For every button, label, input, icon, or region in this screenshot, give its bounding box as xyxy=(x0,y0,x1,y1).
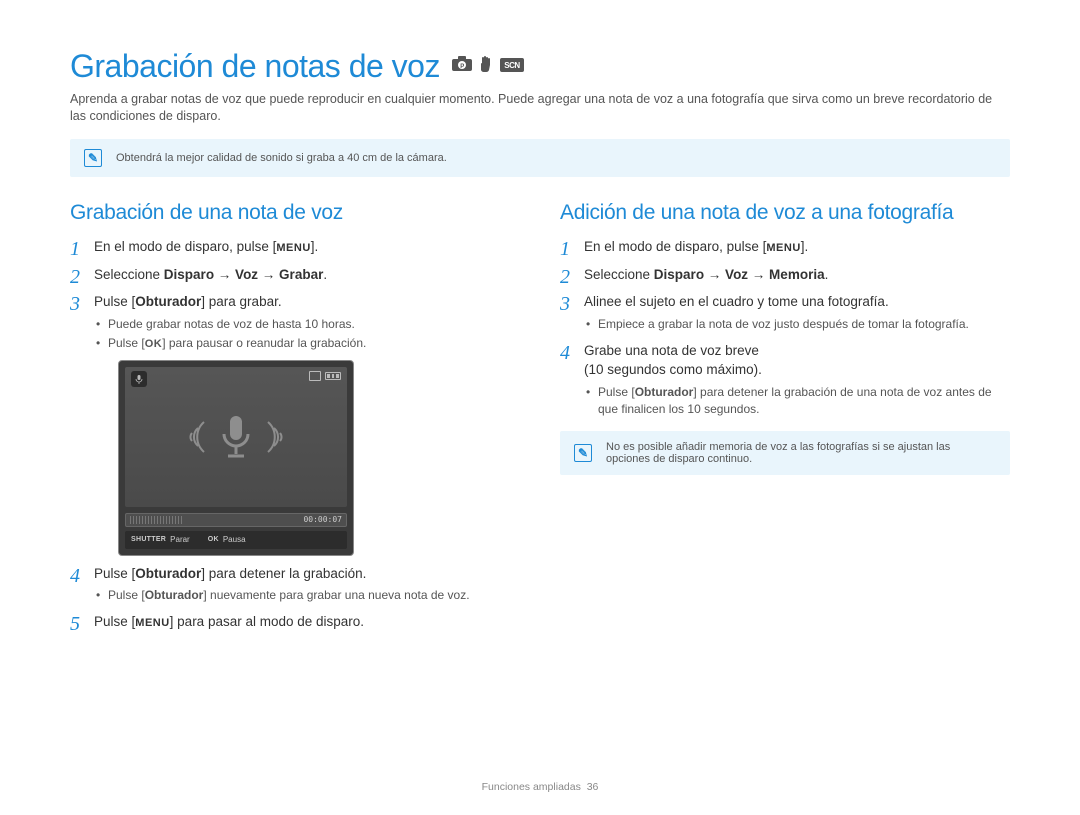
camera-screen-mockup: 00:00:07 SHUTTERParar OKPausa xyxy=(118,360,354,556)
note-text: Obtendrá la mejor calidad de sonido si g… xyxy=(116,152,447,164)
timecode: 00:00:07 xyxy=(303,514,342,526)
note-icon: ✎ xyxy=(574,444,592,462)
left-step-1: En el modo de disparo, pulse []. xyxy=(70,237,520,257)
left-column: Grabación de una nota de voz En el modo … xyxy=(70,201,520,640)
left-step-4: Pulse [Obturador] para detener la grabac… xyxy=(70,564,520,604)
page-title-text: Grabación de notas de voz xyxy=(70,48,440,85)
menu-icon xyxy=(766,241,800,257)
camera-mode-icon: P xyxy=(452,56,472,77)
recording-graphic xyxy=(184,412,288,462)
left-step-3-sub2: Pulse [] para pausar o reanudar la graba… xyxy=(94,335,520,352)
right-step-3: Alinee el sujeto en el cuadro y tome una… xyxy=(560,292,1010,332)
menu-icon xyxy=(276,241,310,257)
recording-timeline: 00:00:07 xyxy=(125,513,347,527)
right-step-1: En el modo de disparo, pulse []. xyxy=(560,237,1010,257)
sound-wave-left-icon xyxy=(184,412,210,462)
left-step-2: Seleccione Disparo → Voz → Grabar. xyxy=(70,265,520,285)
note-box-bottom: ✎ No es posible añadir memoria de voz a … xyxy=(560,431,1010,475)
note-text: No es posible añadir memoria de voz a la… xyxy=(606,441,996,465)
sound-wave-right-icon xyxy=(262,412,288,462)
right-step-2: Seleccione Disparo → Voz → Memoria. xyxy=(560,265,1010,285)
right-column: Adición de una nota de voz a una fotogra… xyxy=(560,201,1010,640)
svg-text:P: P xyxy=(460,64,464,70)
hand-mode-icon xyxy=(478,55,494,78)
left-step-4-sub1: Pulse [Obturador] nuevamente para grabar… xyxy=(94,587,520,604)
note-icon: ✎ xyxy=(84,149,102,167)
left-step-5: Pulse [] para pasar al modo de disparo. xyxy=(70,612,520,632)
menu-icon xyxy=(135,616,169,632)
svg-text:SCN: SCN xyxy=(504,61,520,70)
right-step-3-sub1: Empiece a grabar la nota de voz justo de… xyxy=(584,316,1010,333)
screen-bottom-bar: SHUTTERParar OKPausa xyxy=(125,531,347,549)
memory-card-icon xyxy=(309,371,321,381)
ok-icon xyxy=(145,337,163,352)
note-box-top: ✎ Obtendrá la mejor calidad de sonido si… xyxy=(70,139,1010,177)
right-step-4: Grabe una nota de voz breve (10 segundos… xyxy=(560,341,1010,418)
mode-icons: P SCN xyxy=(452,55,524,78)
right-step-4-sub1: Pulse [Obturador] para detener la grabac… xyxy=(584,384,1010,418)
intro-paragraph: Aprenda a grabar notas de voz que puede … xyxy=(70,91,1010,125)
left-step-3-sub1: Puede grabar notas de voz de hasta 10 ho… xyxy=(94,316,520,333)
battery-icon xyxy=(325,372,341,380)
mic-indicator-icon xyxy=(131,371,147,387)
page-title: Grabación de notas de voz P SCN xyxy=(70,48,1010,85)
microphone-icon xyxy=(216,412,256,462)
left-step-3: Pulse [Obturador] para grabar. Puede gra… xyxy=(70,292,520,555)
left-heading: Grabación de una nota de voz xyxy=(70,201,520,225)
page-footer: Funciones ampliadas 36 xyxy=(0,781,1080,793)
right-heading: Adición de una nota de voz a una fotogra… xyxy=(560,201,1010,225)
scn-mode-icon: SCN xyxy=(500,56,524,77)
